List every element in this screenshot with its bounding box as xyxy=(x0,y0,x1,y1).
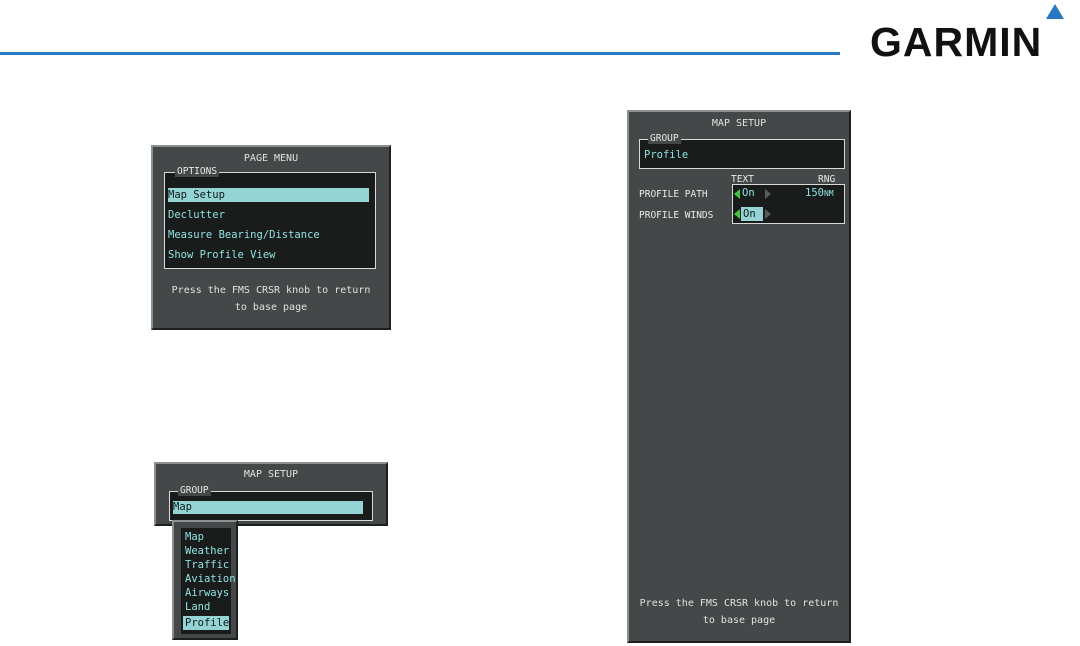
logo-triangle-icon xyxy=(1046,4,1064,19)
group-select-map[interactable]: Map xyxy=(173,501,363,514)
map-setup-small-panel: MAP SETUP GROUP Map xyxy=(154,462,388,526)
map-setup-large-panel: MAP SETUP GROUP Profile TEXT RNG PROFILE… xyxy=(627,110,851,643)
menu-item-declutter[interactable]: Declutter xyxy=(168,208,225,222)
page-menu-footer-1: Press the FMS CRSR knob to return xyxy=(171,285,371,296)
profile-settings-box: On 150NM On xyxy=(732,184,845,224)
map-setup-footer-2: to base page xyxy=(702,615,776,626)
garmin-logo: GARMIN xyxy=(870,4,1070,65)
profile-winds-right-arrow-icon[interactable] xyxy=(765,209,771,219)
group-box-small: GROUP Map xyxy=(169,485,373,521)
dropdown-item-map[interactable]: Map xyxy=(185,531,204,544)
options-group-label: OPTIONS xyxy=(175,166,220,177)
group-value-profile[interactable]: Profile xyxy=(644,149,688,162)
map-setup-small-title: MAP SETUP xyxy=(243,469,299,480)
menu-item-show-profile[interactable]: Show Profile View xyxy=(168,248,275,262)
dropdown-item-airways[interactable]: Airways xyxy=(185,587,229,600)
profile-winds-value[interactable]: On xyxy=(741,207,763,221)
dropdown-item-traffic[interactable]: Traffic xyxy=(185,559,229,572)
profile-winds-label: PROFILE WINDS xyxy=(639,210,714,221)
profile-path-right-arrow-icon[interactable] xyxy=(765,189,771,199)
options-group-box: OPTIONS Map Setup Declutter Measure Bear… xyxy=(164,166,376,269)
dropdown-item-weather[interactable]: Weather xyxy=(185,545,229,558)
range-value: 150 xyxy=(805,187,824,199)
map-setup-footer-1: Press the FMS CRSR knob to return xyxy=(639,598,839,609)
profile-path-value[interactable]: On xyxy=(742,187,755,200)
page-menu-title: PAGE MENU xyxy=(243,153,299,164)
range-unit: NM xyxy=(823,189,834,198)
profile-path-left-arrow-icon[interactable] xyxy=(734,189,740,199)
profile-winds-left-arrow-icon[interactable] xyxy=(734,209,740,219)
menu-item-measure-bearing[interactable]: Measure Bearing/Distance xyxy=(168,228,320,242)
group-dropdown: Map Weather Traffic Aviation Airways Lan… xyxy=(172,520,238,640)
logo-text: GARMIN xyxy=(870,19,1043,65)
group-dropdown-list: Map Weather Traffic Aviation Airways Lan… xyxy=(181,528,236,634)
header-rule xyxy=(0,52,840,55)
page-menu-footer-2: to base page xyxy=(234,302,308,313)
dropdown-item-profile[interactable]: Profile xyxy=(183,616,229,630)
group-box-large: GROUP Profile xyxy=(639,133,845,169)
dropdown-item-land[interactable]: Land xyxy=(185,601,210,614)
page-menu-panel: PAGE MENU OPTIONS Map Setup Declutter Me… xyxy=(151,145,391,330)
group-label-small: GROUP xyxy=(178,485,211,496)
dropdown-item-aviation[interactable]: Aviation xyxy=(185,573,236,586)
menu-item-map-setup[interactable]: Map Setup xyxy=(168,188,369,202)
map-setup-large-title: MAP SETUP xyxy=(711,118,767,129)
group-label-large: GROUP xyxy=(648,133,681,144)
profile-path-label: PROFILE PATH xyxy=(639,189,708,200)
profile-path-range[interactable]: 150NM xyxy=(805,187,834,200)
